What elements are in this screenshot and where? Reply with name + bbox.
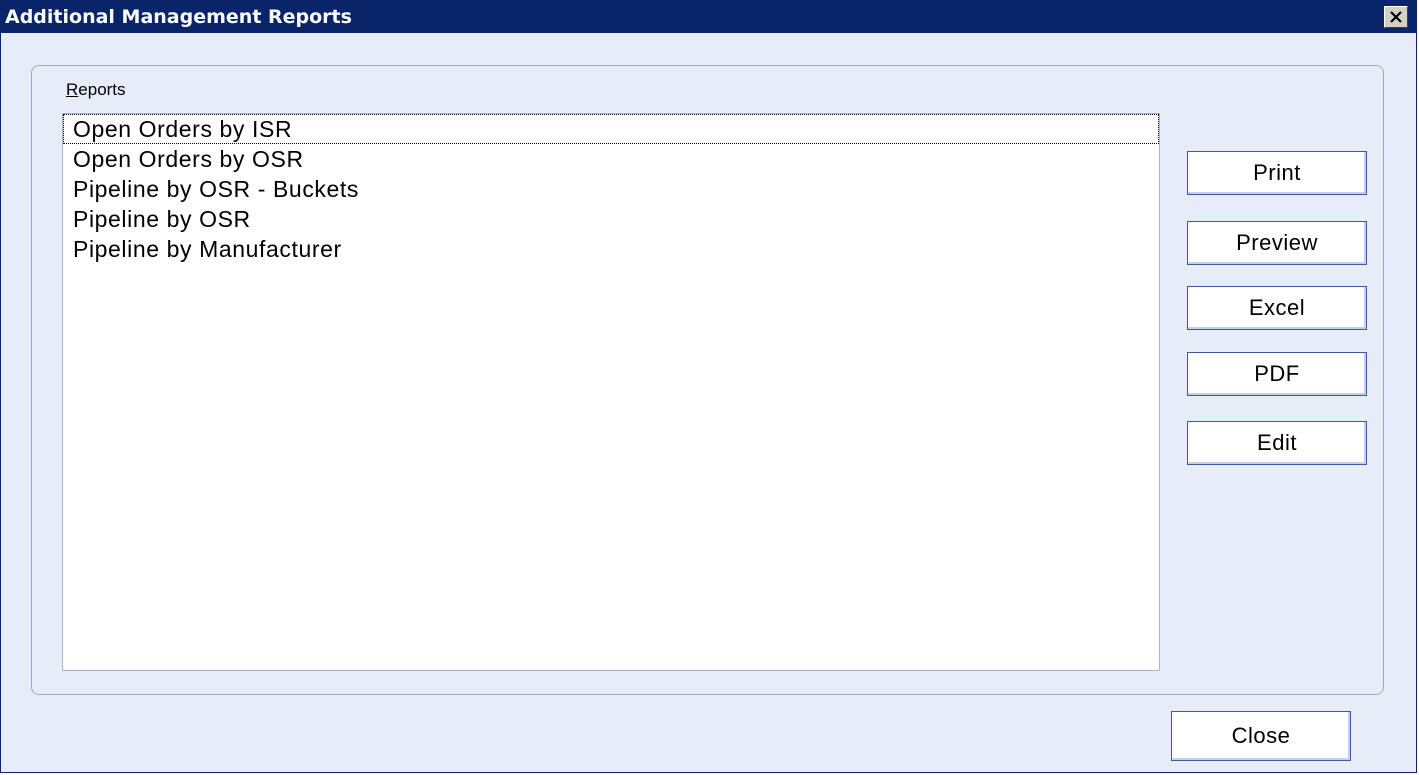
list-item-pipeline-osr-buckets[interactable]: Pipeline by OSR - Buckets: [63, 174, 1159, 204]
reports-listbox[interactable]: Open Orders by ISR Open Orders by OSR Pi…: [62, 113, 1160, 671]
reports-label-text: eports: [78, 80, 126, 99]
excel-button[interactable]: Excel: [1187, 286, 1367, 330]
close-button[interactable]: Close: [1171, 711, 1351, 761]
close-icon: [1390, 11, 1402, 23]
title-close-button[interactable]: [1384, 6, 1408, 28]
dialog-window: Additional Management Reports Reports Op…: [0, 0, 1417, 773]
edit-button[interactable]: Edit: [1187, 421, 1367, 465]
title-bar[interactable]: Additional Management Reports: [1, 1, 1416, 33]
list-item-open-orders-isr[interactable]: Open Orders by ISR: [63, 114, 1159, 144]
list-item-pipeline-manufacturer[interactable]: Pipeline by Manufacturer: [63, 234, 1159, 264]
pdf-button[interactable]: PDF: [1187, 352, 1367, 396]
reports-group-label: Reports: [66, 80, 126, 100]
window-title: Additional Management Reports: [5, 6, 352, 28]
preview-button[interactable]: Preview: [1187, 221, 1367, 265]
reports-label-mnemonic: R: [66, 80, 79, 99]
dialog-client-area: Reports Open Orders by ISR Open Orders b…: [1, 33, 1416, 772]
reports-group: Reports Open Orders by ISR Open Orders b…: [31, 65, 1384, 695]
print-button[interactable]: Print: [1187, 151, 1367, 195]
list-item-pipeline-osr[interactable]: Pipeline by OSR: [63, 204, 1159, 234]
list-item-open-orders-osr[interactable]: Open Orders by OSR: [63, 144, 1159, 174]
